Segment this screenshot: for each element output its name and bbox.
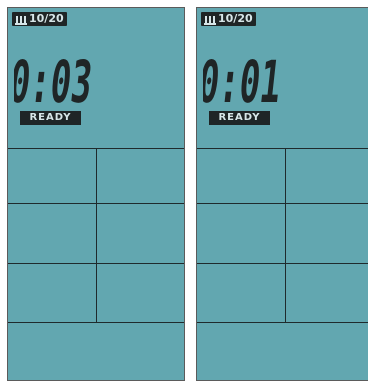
battery-badge: 10/20: [201, 12, 256, 26]
grid-cell: [8, 264, 96, 322]
grid-cell: [197, 323, 368, 380]
timer-digits: 0:03: [14, 50, 95, 108]
countdown-timer: 0:03: [14, 44, 104, 116]
grid-cell: [8, 204, 96, 263]
grid-cell: [8, 149, 96, 203]
grid-cell: [197, 149, 285, 203]
grid-cell: [97, 264, 185, 322]
grid-cell: [8, 323, 184, 380]
status-label: READY: [20, 111, 81, 125]
lcd-panel-right: 10/20 0:01 READY: [196, 7, 368, 381]
grid-cell: [97, 149, 185, 203]
timer-text: 0:03: [14, 50, 95, 108]
battery-label: 10/20: [218, 12, 253, 25]
grid-cell: [286, 149, 368, 203]
battery-bars-icon: [15, 14, 27, 25]
grid-cell: [286, 264, 368, 322]
battery-bars-icon: [204, 14, 216, 25]
battery-badge: 10/20: [12, 12, 67, 26]
grid-cell: [97, 204, 185, 263]
status-label: READY: [209, 111, 270, 125]
timer-digits: 0:01: [203, 50, 284, 108]
countdown-timer: 0:01: [203, 44, 293, 116]
grid-cell: [286, 204, 368, 263]
lcd-grid: [8, 148, 184, 380]
timer-text: 0:01: [203, 50, 284, 108]
grid-cell: [197, 264, 285, 322]
grid-cell: [197, 204, 285, 263]
lcd-panel-left: 10/20 0:03 READY: [7, 7, 185, 381]
battery-label: 10/20: [29, 12, 64, 25]
lcd-grid: [197, 148, 368, 380]
